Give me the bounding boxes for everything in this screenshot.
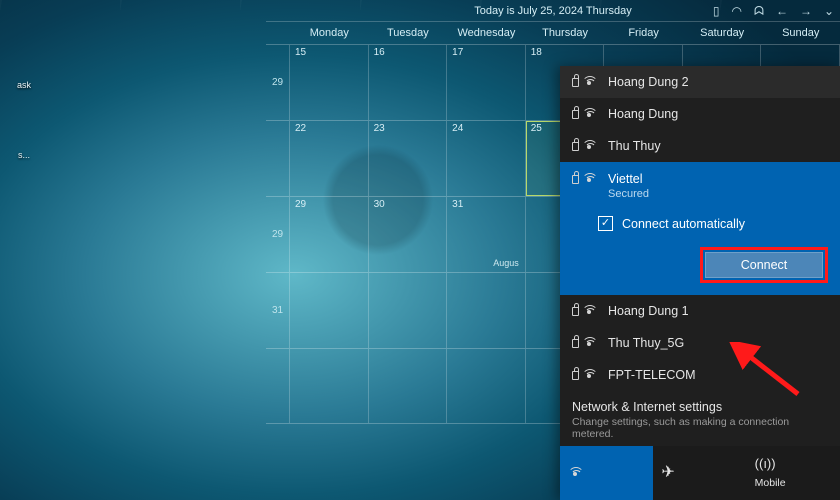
calendar-cell[interactable]: [369, 349, 448, 423]
calendar-cell[interactable]: [290, 349, 369, 423]
calendar-cell[interactable]: 24: [447, 121, 526, 196]
lock-icon: [572, 371, 579, 380]
wifi-network[interactable]: Thu Thuy_5G: [560, 327, 840, 359]
wifi-icon: [582, 108, 596, 120]
settings-title: Network & Internet settings: [572, 400, 828, 414]
lock-icon: [572, 339, 579, 348]
desktop-icon[interactable]: ask: [6, 80, 42, 90]
wifi-name: Thu Thuy: [608, 139, 661, 153]
next-icon[interactable]: →: [800, 4, 812, 18]
mode-wifi[interactable]: [560, 446, 653, 500]
lock-icon: [572, 175, 579, 184]
lock-icon: [572, 142, 579, 151]
auto-connect-label: Connect automatically: [622, 217, 745, 231]
weekday: Friday: [604, 22, 683, 44]
airplane-icon: ✈: [661, 465, 679, 481]
wifi-network[interactable]: Thu Thuy: [560, 130, 840, 162]
wifi-name: Hoang Dung: [608, 107, 678, 121]
wifi-name: Thu Thuy_5G: [608, 336, 684, 350]
lock-icon: [572, 78, 579, 87]
wifi-icon: [582, 173, 596, 185]
settings-desc: Change settings, such as making a connec…: [572, 416, 828, 440]
cloud-icon[interactable]: ◠: [731, 4, 741, 18]
calendar-cell[interactable]: 23: [369, 121, 448, 196]
calendar-header: Today is July 25, 2024 Thursday ▯ ◠ ᗣ ← …: [266, 0, 840, 22]
auto-connect-row[interactable]: ✓ Connect automatically: [598, 216, 828, 231]
mode-hotspot[interactable]: ((ı)) Mobile: [747, 446, 840, 500]
phone-icon[interactable]: ▯: [713, 4, 720, 18]
wifi-name: Hoang Dung 2: [608, 75, 689, 89]
lock-icon: [572, 110, 579, 119]
wifi-network[interactable]: Hoang Dung 1: [560, 295, 840, 327]
calendar-cell[interactable]: [369, 273, 448, 348]
week-number: 31: [266, 273, 290, 348]
weekday: Sunday: [761, 22, 840, 44]
calendar-cell[interactable]: 15: [290, 45, 369, 120]
desktop-icons: ask s...: [6, 80, 42, 220]
network-settings-link[interactable]: Network & Internet settings Change setti…: [560, 391, 840, 446]
calendar-cell[interactable]: 22: [290, 121, 369, 196]
wifi-icon: [582, 140, 596, 152]
lock-icon: [572, 307, 579, 316]
week-number: [266, 349, 290, 423]
person-icon[interactable]: ᗣ: [754, 4, 764, 19]
calendar-cell[interactable]: [447, 349, 526, 423]
calendar-cell[interactable]: 30: [369, 197, 448, 272]
week-number: 29: [266, 45, 290, 120]
connect-highlight: Connect: [700, 247, 828, 283]
wifi-icon: [582, 76, 596, 88]
calendar-cell[interactable]: 17: [447, 45, 526, 120]
prev-icon[interactable]: ←: [776, 4, 788, 18]
week-number: 29: [266, 197, 290, 272]
wifi-network[interactable]: Hoang Dung 2: [560, 66, 840, 98]
wifi-network[interactable]: Hoang Dung: [560, 98, 840, 130]
weekday: Thursday: [526, 22, 605, 44]
week-number: [266, 121, 290, 196]
calendar-cell[interactable]: [290, 273, 369, 348]
weekday: Saturday: [683, 22, 762, 44]
dropdown-icon[interactable]: ⌄: [824, 4, 834, 18]
calendar-cell[interactable]: [447, 273, 526, 348]
network-flyout: Hoang Dung 2 Hoang Dung Thu Thuy Viettel S…: [560, 66, 840, 500]
mode-airplane[interactable]: ✈: [653, 446, 746, 500]
calendar-weekdays: Monday Tuesday Wednesday Thursday Friday…: [266, 22, 840, 44]
network-modes: ✈ ((ı)) Mobile: [560, 446, 840, 500]
calendar-toolbar: ▯ ◠ ᗣ ← → ⌄: [713, 0, 834, 22]
wifi-name: FPT-TELECOM: [608, 368, 696, 382]
weekday: Monday: [290, 22, 369, 44]
calendar-cell[interactable]: 31Augus: [447, 197, 526, 272]
weekday: Wednesday: [447, 22, 526, 44]
calendar-cell[interactable]: 16: [369, 45, 448, 120]
wifi-icon: [582, 305, 596, 317]
mode-label: Mobile: [755, 477, 786, 489]
wifi-network-selected[interactable]: Viettel Secured ✓ Connect automatically …: [560, 162, 840, 295]
wifi-network[interactable]: FPT-TELECOM: [560, 359, 840, 391]
calendar-cell[interactable]: 29: [290, 197, 369, 272]
wifi-status: Secured: [608, 188, 828, 200]
wifi-icon: [568, 467, 582, 479]
wifi-name: Hoang Dung 1: [608, 304, 689, 318]
desktop-icon[interactable]: s...: [6, 150, 42, 160]
wifi-icon: [582, 369, 596, 381]
hotspot-icon: ((ı)): [755, 457, 773, 473]
connect-button[interactable]: Connect: [705, 252, 823, 278]
wifi-icon: [582, 337, 596, 349]
checkbox-icon[interactable]: ✓: [598, 216, 613, 231]
weekday: Tuesday: [369, 22, 448, 44]
calendar-title: Today is July 25, 2024 Thursday: [474, 5, 632, 17]
wifi-name: Viettel: [608, 172, 643, 186]
